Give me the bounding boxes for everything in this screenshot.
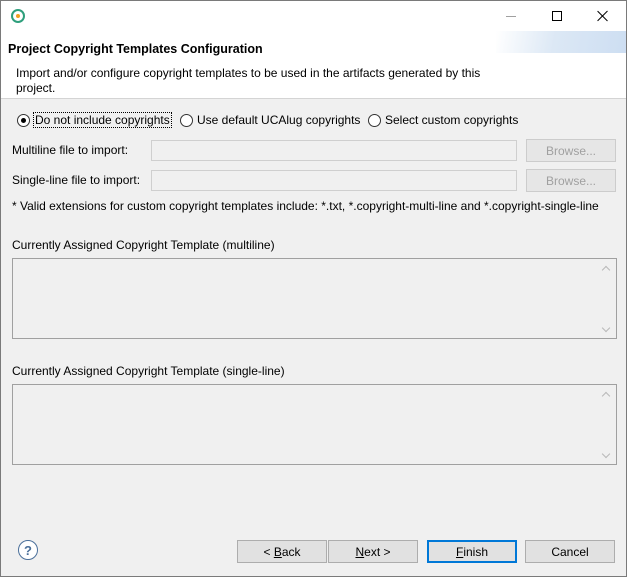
finish-button-label: Finish <box>456 545 488 559</box>
back-button[interactable]: < Back <box>237 540 327 563</box>
maximize-icon <box>552 11 562 21</box>
radio-custom-copyrights[interactable]: Select custom copyrights <box>368 112 518 128</box>
singleline-template-textarea[interactable] <box>12 384 617 465</box>
back-button-label: < Back <box>263 545 300 559</box>
multiline-template-textarea[interactable] <box>12 258 617 339</box>
radio-no-copyrights[interactable]: Do not include copyrights <box>17 112 172 128</box>
browse-button-label: Browse... <box>545 143 596 158</box>
minimize-button[interactable] <box>488 1 534 31</box>
valid-extensions-note: * Valid extensions for custom copyright … <box>12 199 599 213</box>
app-logo-icon <box>11 9 25 23</box>
radio-button[interactable] <box>368 113 381 127</box>
title-bar <box>1 1 626 31</box>
scroll-up-arrow-icon[interactable] <box>602 390 610 398</box>
cancel-button-label: Cancel <box>551 544 589 559</box>
dialog-window: Project Copyright Templates Configuratio… <box>0 0 627 577</box>
singleline-template-label: Currently Assigned Copyright Template (s… <box>12 364 285 378</box>
radio-label: Select custom copyrights <box>385 113 519 127</box>
vertical-scrollbar[interactable] <box>598 386 615 463</box>
back-rest: ack <box>281 544 301 559</box>
browse-button-label: Browse... <box>545 173 596 188</box>
next-button[interactable]: Next > <box>328 540 418 563</box>
minimize-icon <box>506 15 516 17</box>
cancel-button[interactable]: Cancel <box>525 540 615 563</box>
help-icon[interactable]: ? <box>18 540 38 560</box>
vertical-scrollbar[interactable] <box>598 260 615 337</box>
next-mnemonic: N <box>355 544 365 559</box>
finish-rest: inish <box>463 544 489 559</box>
singleline-file-label: Single-line file to import: <box>12 173 141 187</box>
radio-label: Use default UCAlug copyrights <box>197 113 361 127</box>
back-mnemonic: B <box>273 544 282 559</box>
close-icon <box>597 10 609 22</box>
close-button[interactable] <box>580 1 626 31</box>
radio-default-copyrights[interactable]: Use default UCAlug copyrights <box>180 112 360 128</box>
browse-singleline-button[interactable]: Browse... <box>526 169 616 192</box>
dialog-header: Project Copyright Templates Configuratio… <box>1 31 626 99</box>
singleline-file-input[interactable] <box>151 170 517 191</box>
maximize-button[interactable] <box>534 1 580 31</box>
radio-label: Do not include copyrights <box>33 112 172 128</box>
header-banner-decoration <box>496 31 626 53</box>
dialog-title: Project Copyright Templates Configuratio… <box>8 42 263 56</box>
scroll-down-arrow-icon[interactable] <box>602 452 610 460</box>
back-prefix: < <box>263 544 274 559</box>
next-button-label: Next > <box>355 545 390 559</box>
multiline-file-input[interactable] <box>151 140 517 161</box>
dialog-description: Import and/or configure copyright templa… <box>16 66 481 95</box>
finish-button[interactable]: Finish <box>427 540 517 563</box>
multiline-template-label: Currently Assigned Copyright Template (m… <box>12 238 275 252</box>
browse-multiline-button[interactable]: Browse... <box>526 139 616 162</box>
multiline-file-label: Multiline file to import: <box>12 143 129 157</box>
radio-button-checked[interactable] <box>17 113 30 127</box>
scroll-down-arrow-icon[interactable] <box>602 326 610 334</box>
radio-button[interactable] <box>180 113 193 127</box>
scroll-up-arrow-icon[interactable] <box>602 264 610 272</box>
next-rest: ext > <box>364 544 391 559</box>
